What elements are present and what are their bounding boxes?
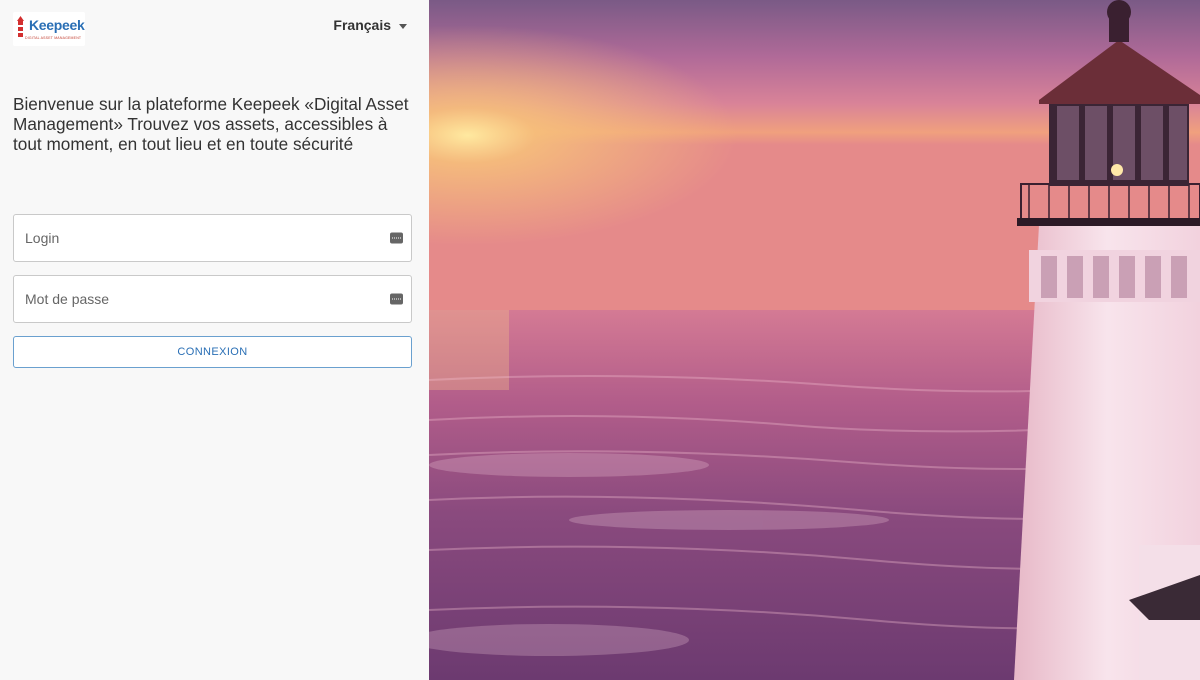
keyboard-icon[interactable] — [390, 232, 403, 244]
lighthouse-sunset-image — [429, 0, 1200, 680]
login-input[interactable] — [14, 215, 411, 261]
login-field — [13, 214, 412, 262]
keepeek-logo: Keepeek DIGITAL ASSET MANAGEMENT — [13, 12, 85, 46]
logo-text: Keepeek — [29, 17, 85, 33]
language-label: Français — [333, 17, 391, 33]
logo-subtext: DIGITAL ASSET MANAGEMENT — [25, 36, 82, 40]
hero-lighthouse-image — [429, 0, 1200, 680]
connexion-button[interactable]: CONNEXION — [13, 336, 412, 368]
keyboard-icon[interactable] — [390, 293, 403, 305]
language-selector[interactable]: Français — [333, 17, 407, 33]
password-field — [13, 275, 412, 323]
welcome-text: Bienvenue sur la plateforme Keepeek «Dig… — [13, 94, 409, 154]
caret-down-icon — [399, 23, 407, 29]
password-input[interactable] — [14, 276, 411, 322]
login-panel: Keepeek DIGITAL ASSET MANAGEMENT Françai… — [0, 0, 429, 680]
